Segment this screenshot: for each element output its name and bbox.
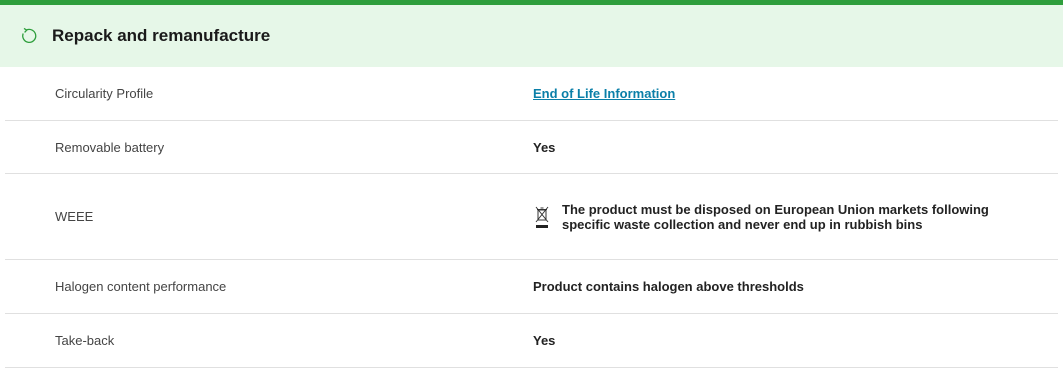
section-header[interactable]: Repack and remanufacture [0, 5, 1063, 67]
row-label: Halogen content performance [55, 279, 227, 294]
row-value: Yes [533, 333, 556, 348]
row-label: Circularity Profile [55, 86, 154, 101]
table-row: Halogen content performance Product cont… [5, 260, 1058, 314]
table-row: Take-back Yes [5, 314, 1058, 368]
row-label: Removable battery [55, 139, 165, 155]
table-row: Circularity Profile End of Life Informat… [5, 67, 1058, 121]
refresh-icon [20, 27, 38, 45]
table-row: Removable battery Yes [5, 121, 1058, 174]
attribute-table: Circularity Profile End of Life Informat… [5, 67, 1058, 368]
table-row: WEEE The product must be disposed on Eur… [5, 174, 1058, 260]
row-label: WEEE [55, 209, 94, 224]
row-label: Take-back [55, 333, 115, 348]
row-value: Yes [533, 139, 556, 155]
row-value: The product must be disposed on European… [533, 202, 1058, 232]
row-value: Product contains halogen above threshold… [533, 279, 804, 294]
section-title: Repack and remanufacture [52, 26, 271, 45]
end-of-life-link[interactable]: End of Life Information [533, 86, 675, 101]
crossed-bin-icon [533, 204, 551, 230]
weee-description: The product must be disposed on European… [562, 201, 989, 232]
row-value: End of Life Information [533, 86, 1058, 101]
